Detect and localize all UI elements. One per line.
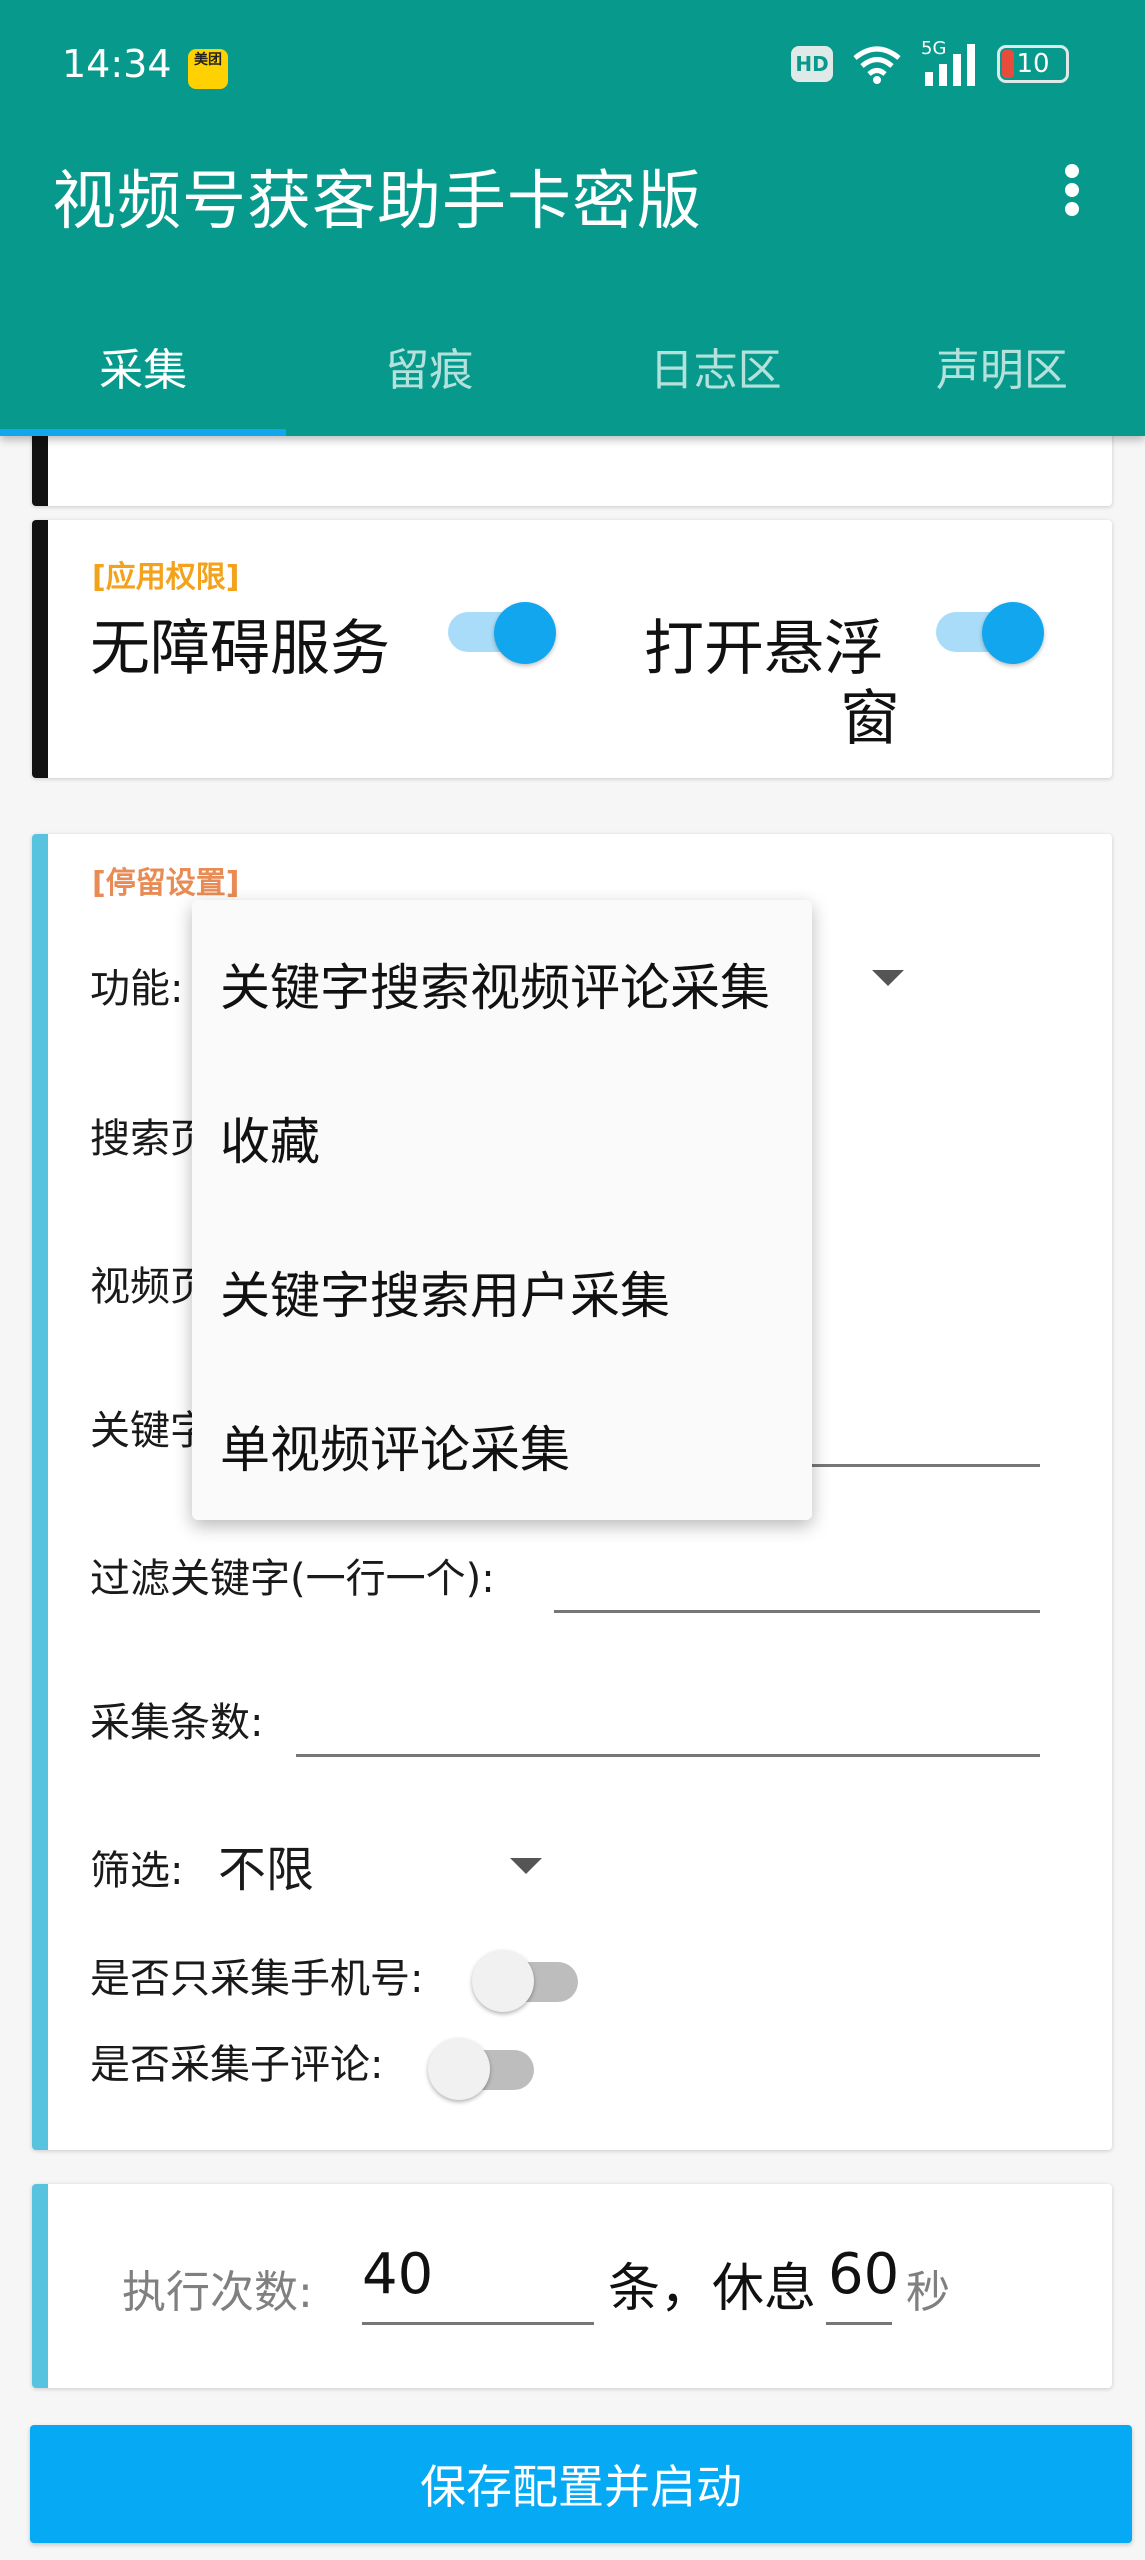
- filter-dropdown-arrow-icon[interactable]: [510, 1858, 542, 1874]
- rest-seconds-input[interactable]: 60: [828, 2242, 899, 2307]
- app-bar: 14:34 美团 HD 5G 10 视频号获客助手卡密版 采集 留痕 日志区 声…: [0, 0, 1145, 436]
- filter-keyword-label: 过滤关键字(一行一个):: [90, 1556, 495, 1602]
- collect-count-label: 采集条数:: [90, 1700, 264, 1746]
- save-and-start-button[interactable]: 保存配置并启动: [30, 2425, 1132, 2543]
- permissions-tag: [应用权限]: [92, 560, 240, 595]
- execution-count-underline: [362, 2322, 594, 2325]
- function-option[interactable]: 收藏: [220, 1102, 320, 1174]
- tab-statement[interactable]: 声明区: [859, 320, 1145, 436]
- tab-bar: 采集 留痕 日志区 声明区: [0, 320, 1145, 436]
- function-option[interactable]: 单视频评论采集: [220, 1410, 570, 1482]
- signal-icon: 5G: [921, 38, 979, 86]
- tab-log[interactable]: 日志区: [573, 320, 859, 436]
- status-time: 14:34: [62, 42, 172, 86]
- hd-icon: HD: [791, 46, 833, 82]
- execution-count-label: 执行次数:: [122, 2267, 313, 2318]
- tab-trace[interactable]: 留痕: [286, 320, 572, 436]
- function-label: 功能:: [90, 966, 184, 1012]
- floating-window-label-line2: 窗: [840, 684, 900, 754]
- execution-unit-text: 条，休息: [608, 2259, 817, 2319]
- collect-count-input[interactable]: [296, 1754, 1040, 1757]
- execution-card: 执行次数: 40 条，休息 60 秒: [32, 2184, 1112, 2388]
- rest-unit-label: 秒: [906, 2267, 950, 2318]
- floating-window-switch[interactable]: [936, 602, 1044, 664]
- sub-comment-switch[interactable]: [428, 2038, 536, 2100]
- execution-count-input[interactable]: 40: [362, 2242, 433, 2307]
- status-icons: HD 5G 10: [791, 38, 1069, 86]
- filter-keyword-input[interactable]: [554, 1610, 1040, 1613]
- overflow-menu-icon[interactable]: [1047, 160, 1097, 220]
- meituan-notification-icon: 美团: [188, 49, 228, 89]
- function-option[interactable]: 关键字搜索视频评论采集: [220, 948, 770, 1020]
- rest-seconds-underline: [826, 2322, 892, 2325]
- phone-only-switch[interactable]: [472, 1950, 580, 2012]
- function-dropdown-arrow-icon[interactable]: [872, 970, 904, 986]
- wifi-icon: [853, 46, 901, 84]
- accessibility-switch[interactable]: [448, 602, 556, 664]
- settings-tag: [停留设置]: [92, 866, 240, 901]
- function-option[interactable]: 关键字搜索用户采集: [220, 1256, 670, 1328]
- filter-label: 筛选:: [90, 1848, 184, 1894]
- filter-select-value[interactable]: 不限: [218, 1830, 314, 1900]
- permissions-card: [应用权限] 无障碍服务 打开悬浮 窗: [32, 520, 1112, 778]
- phone-only-label: 是否只采集手机号:: [90, 1956, 424, 2002]
- accessibility-label: 无障碍服务: [90, 614, 390, 684]
- tab-collect[interactable]: 采集: [0, 320, 287, 436]
- keyword-input[interactable]: [810, 1464, 1040, 1467]
- sub-comment-label: 是否采集子评论:: [90, 2042, 384, 2088]
- function-dropdown-menu: 关键字搜索视频评论采集 收藏 关键字搜索用户采集 单视频评论采集: [192, 900, 812, 1520]
- app-title: 视频号获客助手卡密版: [52, 165, 702, 239]
- battery-icon: 10: [997, 45, 1069, 83]
